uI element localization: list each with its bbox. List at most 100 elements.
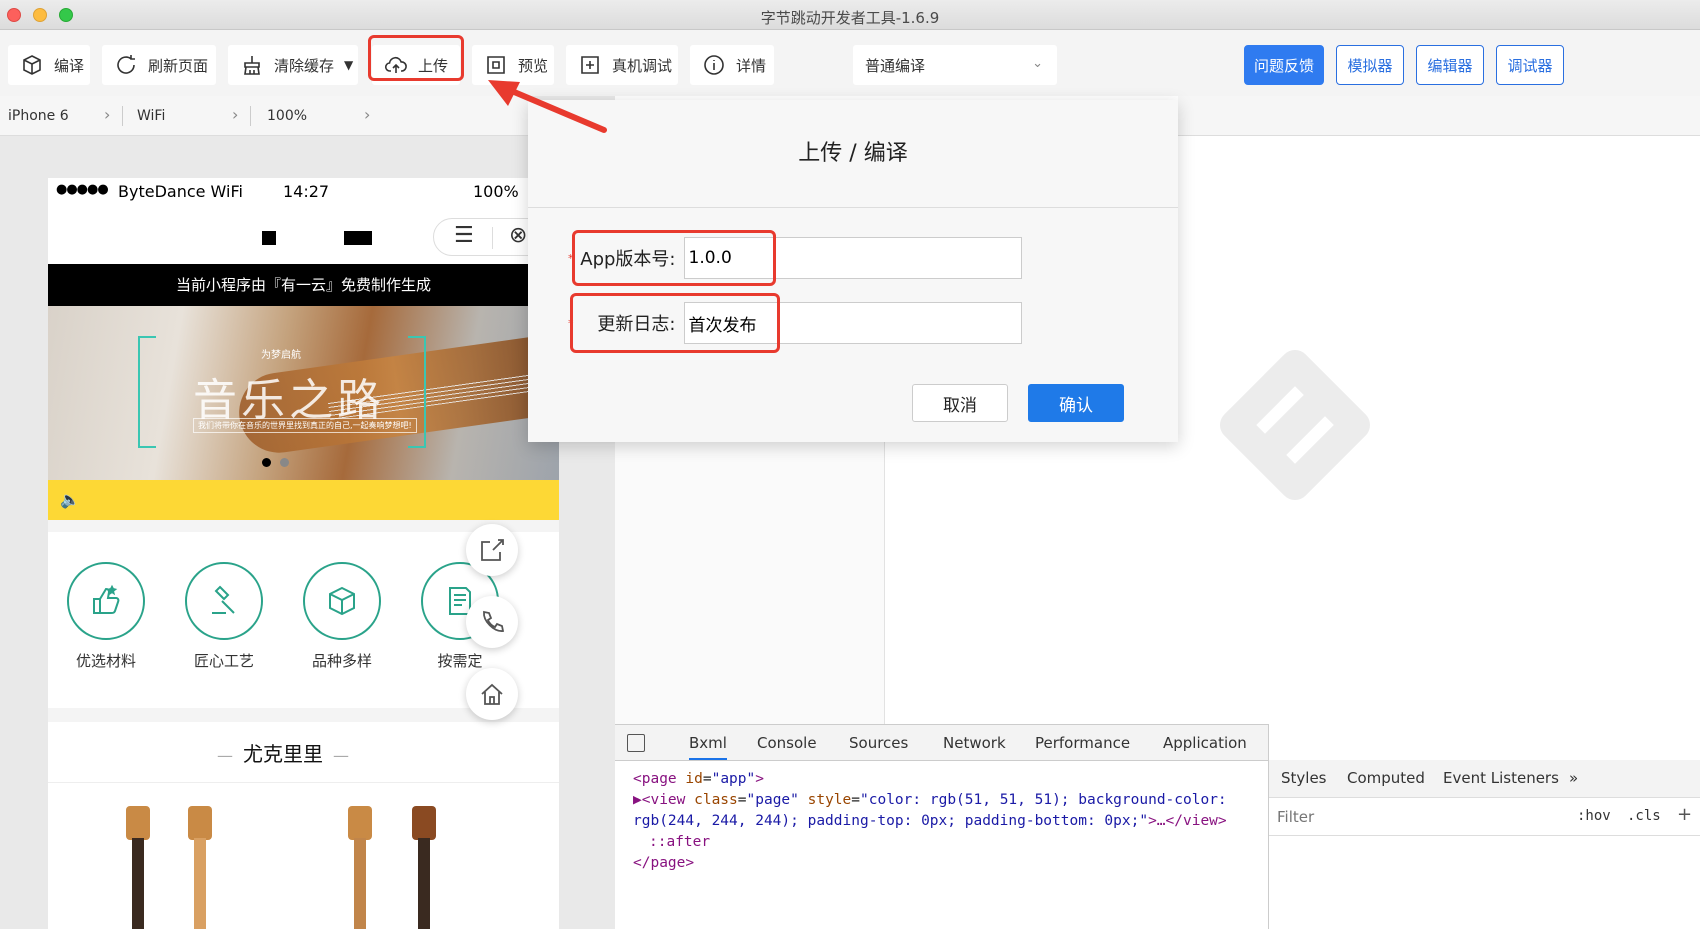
tab-computed[interactable]: Computed <box>1347 769 1425 787</box>
feature-icon-circle <box>303 562 381 640</box>
feature-label: 匠心工艺 <box>193 652 254 670</box>
attr-text: style <box>798 792 852 808</box>
simulator-toggle-button[interactable]: 模拟器 <box>1336 45 1404 85</box>
section-title-text: 尤克里里 <box>243 742 323 766</box>
divider <box>122 106 123 126</box>
feature-label: 品种多样 <box>311 652 372 670</box>
device-select[interactable]: iPhone 6 <box>8 108 69 124</box>
hammer-icon <box>212 585 235 614</box>
value-text: "app" <box>711 771 756 787</box>
changelog-highlight-box <box>570 293 780 353</box>
tag-text: </page> <box>633 855 695 871</box>
remote-debug-button[interactable]: 真机调试 <box>566 45 678 85</box>
attr-text: id <box>685 771 703 787</box>
box-icon <box>329 586 355 616</box>
product-image[interactable] <box>404 806 444 929</box>
details-label: 详情 <box>736 56 767 75</box>
editor-tab-strip <box>1178 96 1700 136</box>
value-text: rgb(244, 244, 244); padding-top: 0px; pa… <box>633 813 1149 829</box>
dom-line[interactable]: </page> <box>633 853 1227 874</box>
editor-toggle-button[interactable]: 编辑器 <box>1416 45 1484 85</box>
styles-tab-bar: Styles Computed Event Listeners » <box>1269 760 1700 798</box>
tab-event-listeners[interactable]: Event Listeners <box>1443 769 1559 787</box>
tab-network[interactable]: Network <box>943 734 1006 752</box>
preview-button[interactable]: 预览 <box>472 45 554 85</box>
bytedance-logo-watermark <box>1220 350 1370 500</box>
dom-line[interactable]: ::after <box>633 832 1227 853</box>
toolbar: 编译 刷新页面 清除缓存 ▼ 上传 预览 真机调试 详情 普通编译 ⌄ 问题反馈… <box>0 30 1700 96</box>
tab-sources[interactable]: Sources <box>849 734 908 752</box>
chevron-down-icon: ⌄ <box>1032 56 1043 71</box>
title-dash: — <box>333 746 349 765</box>
tab-console[interactable]: Console <box>757 734 817 752</box>
product-image[interactable] <box>340 806 380 929</box>
dom-line[interactable]: <page id="app"> <box>633 769 1227 790</box>
details-button[interactable]: 详情 <box>690 45 774 85</box>
home-float-button[interactable] <box>466 668 518 720</box>
upload-highlight-box <box>368 35 464 81</box>
zoom-select[interactable]: 100% <box>267 108 307 124</box>
refresh-button[interactable]: 刷新页面 <box>102 45 216 85</box>
confirm-button[interactable]: 确认 <box>1028 384 1124 422</box>
redacted-title <box>344 231 372 245</box>
styles-filter-input[interactable] <box>1273 804 1563 830</box>
device-bar: iPhone 6 › WiFi › 100% › <box>0 96 530 136</box>
tab-bxml[interactable]: Bxml <box>689 734 727 760</box>
dom-tree: <page id="app"> ▶<view class="page" styl… <box>633 769 1227 874</box>
class-toggle[interactable]: .cls <box>1627 808 1661 824</box>
feature-item[interactable]: 品种多样 <box>302 562 382 671</box>
phone-icon <box>483 610 505 632</box>
dom-line[interactable]: ▶<view class="page" style="color: rgb(51… <box>633 790 1227 811</box>
battery-label: 100% <box>473 182 519 201</box>
tag-text: ▶<view <box>633 792 695 808</box>
hero-description: 我们将带你在音乐的世界里找到真正的自己,一起奏响梦想吧! <box>193 418 417 433</box>
inspect-element-icon[interactable] <box>627 734 645 752</box>
debugger-toggle-button[interactable]: 调试器 <box>1496 45 1564 85</box>
dom-line[interactable]: rgb(244, 244, 244); padding-top: 0px; pa… <box>633 811 1227 832</box>
more-tabs-icon[interactable]: » <box>1569 769 1578 787</box>
styles-panel: Styles Computed Event Listeners » :hov .… <box>1268 724 1700 929</box>
tag-text: <page <box>633 771 686 787</box>
menu-icon[interactable]: ☰ <box>454 223 474 248</box>
network-select[interactable]: WiFi <box>137 108 165 124</box>
product-image[interactable] <box>180 806 220 929</box>
feature-item[interactable]: 匠心工艺 <box>184 562 264 671</box>
dropdown-caret-icon: ▼ <box>344 58 354 72</box>
chevron-right-icon: › <box>104 105 111 124</box>
divider <box>250 106 251 126</box>
cube-icon <box>23 55 41 75</box>
product-image[interactable] <box>118 806 158 929</box>
notice-bar[interactable]: 🔈 <box>48 480 559 520</box>
feature-item[interactable]: 优选材料 <box>66 562 146 671</box>
compile-label: 编译 <box>54 56 85 75</box>
tab-styles[interactable]: Styles <box>1281 769 1327 787</box>
broom-icon <box>244 56 260 75</box>
carousel-dot[interactable] <box>280 458 289 467</box>
carousel-dot-active[interactable] <box>262 458 271 467</box>
redacted-title <box>262 231 276 245</box>
close-mini-program-icon[interactable]: ⊗ <box>509 223 527 248</box>
chevron-right-icon: › <box>364 105 371 124</box>
refresh-label: 刷新页面 <box>148 56 209 75</box>
tab-performance[interactable]: Performance <box>1035 734 1130 752</box>
hero-carousel[interactable]: 为梦启航 音乐之路 我们将带你在音乐的世界里找到真正的自己,一起奏响梦想吧! <box>48 306 559 480</box>
divider <box>48 782 559 783</box>
call-float-button[interactable] <box>466 596 518 648</box>
clear-cache-button[interactable]: 清除缓存 ▼ <box>228 45 358 85</box>
hover-state-toggle[interactable]: :hov <box>1577 808 1611 824</box>
remote-debug-label: 真机调试 <box>612 56 673 75</box>
compile-button[interactable]: 编译 <box>8 45 90 85</box>
cancel-button[interactable]: 取消 <box>912 384 1008 422</box>
title-bar: 字节跳动开发者工具-1.6.9 <box>0 0 1700 30</box>
feedback-button[interactable]: 问题反馈 <box>1244 45 1324 85</box>
share-float-button[interactable] <box>466 524 518 576</box>
preview-label: 预览 <box>518 56 549 75</box>
nav-bar: ☰ ⊗ <box>48 206 559 264</box>
preview-icon <box>487 56 505 74</box>
carrier-label: ByteDance WiFi <box>118 182 243 201</box>
compile-mode-select[interactable]: 普通编译 ⌄ <box>853 45 1057 85</box>
file-tree-panel <box>615 440 885 724</box>
add-rule-icon[interactable]: + <box>1677 804 1692 825</box>
attr-text: class <box>694 792 738 808</box>
tab-application[interactable]: Application <box>1163 734 1247 752</box>
